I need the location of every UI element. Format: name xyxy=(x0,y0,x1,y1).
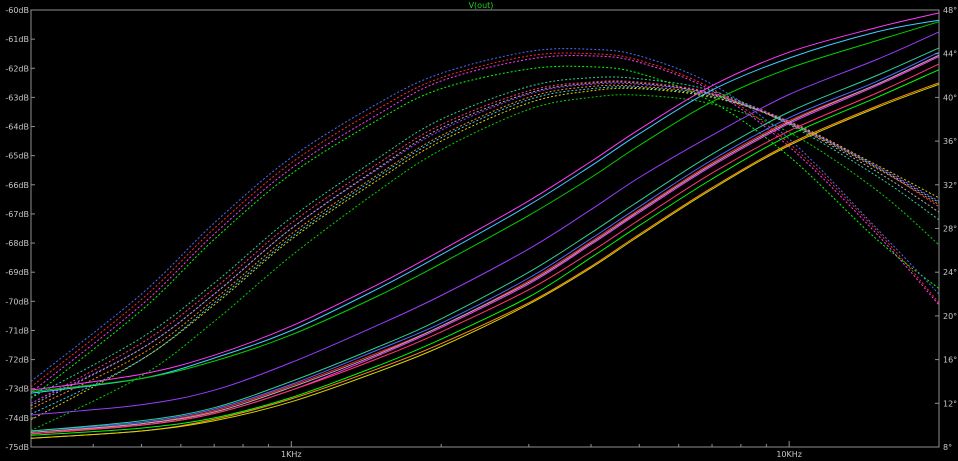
right-tick-label: 28° xyxy=(943,225,957,234)
left-tick-label: -66dB xyxy=(5,181,29,190)
left-tick-label: -75dB xyxy=(5,443,29,452)
left-tick-label: -70dB xyxy=(5,297,29,306)
left-tick-label: -64dB xyxy=(5,123,29,132)
left-tick-label: -62dB xyxy=(5,64,29,73)
right-tick-label: 20° xyxy=(943,312,957,321)
left-tick-label: -71dB xyxy=(5,326,29,335)
left-tick-label: -63dB xyxy=(5,93,29,102)
left-tick-label: -65dB xyxy=(5,152,29,161)
left-tick-label: -61dB xyxy=(5,35,29,44)
x-tick-label: 1KHz xyxy=(281,450,302,459)
bode-plot: V(out) -60dB -61dB -62dB -63dB -64dB -65dB -66… xyxy=(0,0,958,461)
left-tick-label: -73dB xyxy=(5,385,29,394)
right-tick-label: 36° xyxy=(943,137,957,146)
chart-background xyxy=(0,0,958,461)
chart-title: V(out) xyxy=(469,1,494,10)
left-tick-label: -67dB xyxy=(5,210,29,219)
right-tick-label: 24° xyxy=(943,268,957,277)
right-tick-label: 48° xyxy=(943,6,957,15)
x-tick-label: 10KHz xyxy=(776,450,802,459)
right-tick-label: 8° xyxy=(943,443,952,452)
left-tick-label: -72dB xyxy=(5,356,29,365)
left-tick-label: -60dB xyxy=(5,6,29,15)
left-tick-label: -68dB xyxy=(5,239,29,248)
right-tick-label: 44° xyxy=(943,50,957,59)
right-tick-label: 32° xyxy=(943,181,957,190)
right-tick-label: 16° xyxy=(943,356,957,365)
right-tick-label: 12° xyxy=(943,399,957,408)
right-tick-label: 40° xyxy=(943,93,957,102)
left-tick-label: -69dB xyxy=(5,268,29,277)
left-tick-label: -74dB xyxy=(5,414,29,423)
